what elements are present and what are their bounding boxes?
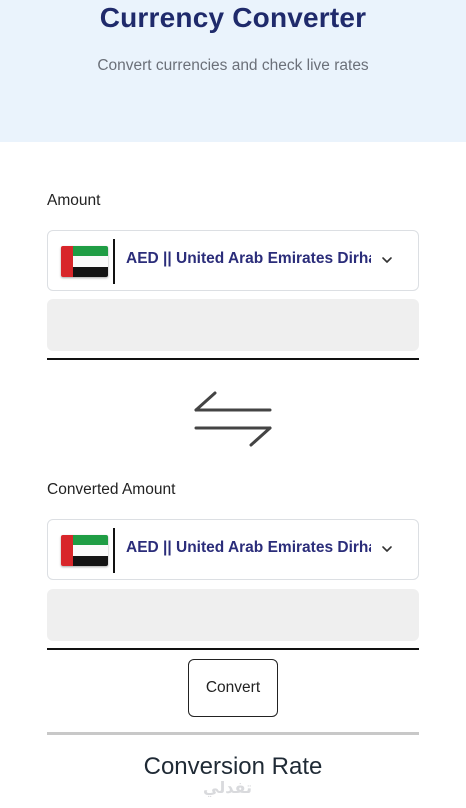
chevron-down-icon — [382, 546, 392, 552]
amount-underline — [47, 358, 419, 360]
page-title: Currency Converter — [99, 2, 367, 33]
conversion-rate-title: Conversion Rate — [143, 753, 323, 780]
watermark-logo: تفدلي — [203, 780, 252, 797]
to-currency-select[interactable]: AED || United Arab Emirates Dirham — [47, 519, 419, 580]
uae-flag-icon — [61, 535, 108, 566]
select-divider — [113, 239, 115, 284]
uae-flag-icon — [61, 246, 108, 277]
amount-label: Amount — [47, 192, 101, 209]
header-banner: Currency Converter Convert currencies an… — [0, 0, 466, 142]
amount-input[interactable] — [47, 299, 419, 351]
from-currency-value: AED || United Arab Emirates Dirham — [126, 250, 371, 267]
from-currency-select[interactable]: AED || United Arab Emirates Dirham — [47, 230, 419, 291]
converted-amount-label: Converted Amount — [47, 481, 176, 498]
select-divider — [113, 528, 115, 573]
section-divider — [47, 732, 419, 735]
converted-amount-input[interactable] — [47, 589, 419, 641]
chevron-down-icon — [382, 257, 392, 263]
convert-button[interactable]: Convert — [188, 659, 278, 717]
page-subtitle: Convert currencies and check live rates — [97, 57, 369, 74]
to-currency-value: AED || United Arab Emirates Dirham — [126, 539, 371, 556]
swap-arrows-icon[interactable] — [193, 389, 273, 449]
converted-underline — [47, 648, 419, 650]
